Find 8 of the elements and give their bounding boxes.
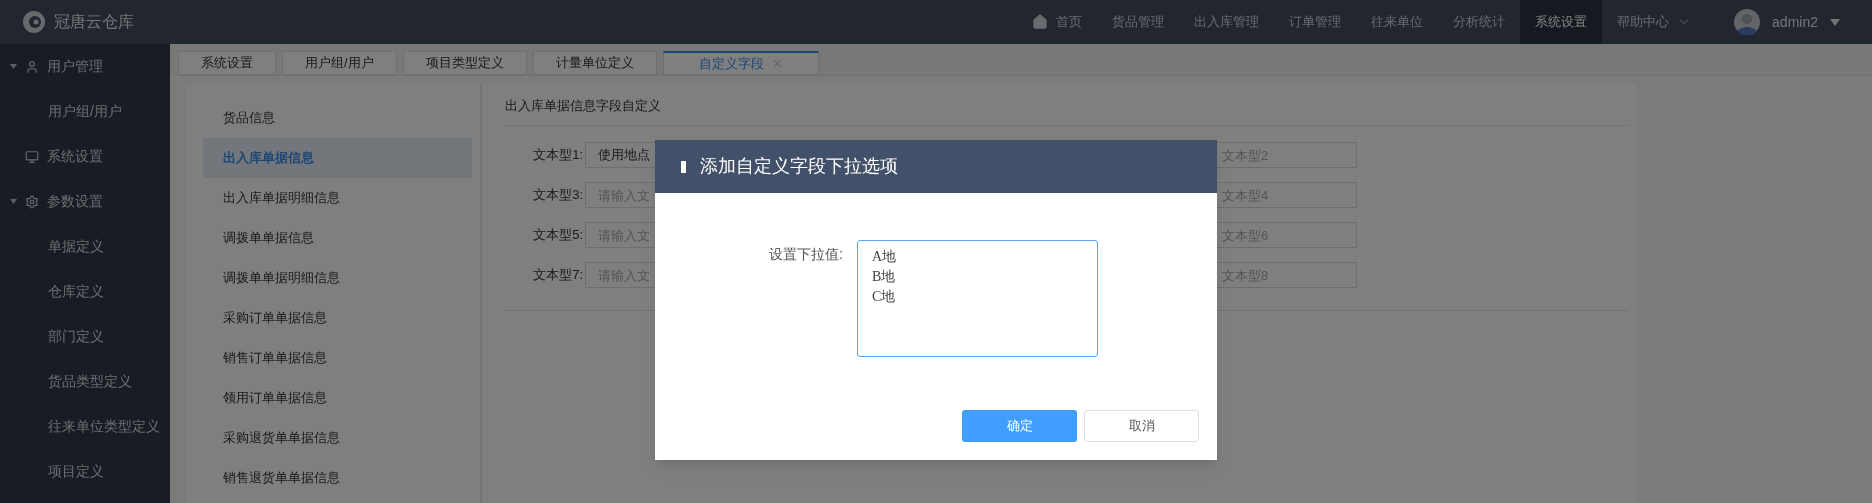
dialog-title: 添加自定义字段下拉选项	[700, 155, 898, 178]
brand-name: 冠唐云仓库	[54, 12, 134, 32]
field-label: 文本型1:	[532, 146, 584, 165]
field-label: 文本型5:	[532, 226, 584, 245]
field-label: 文本型3:	[532, 186, 584, 205]
form-title: 出入库单据信息字段自定义	[505, 96, 661, 115]
field-label: 文本型7:	[532, 266, 584, 285]
field-label: 设置下拉值:	[769, 245, 844, 264]
